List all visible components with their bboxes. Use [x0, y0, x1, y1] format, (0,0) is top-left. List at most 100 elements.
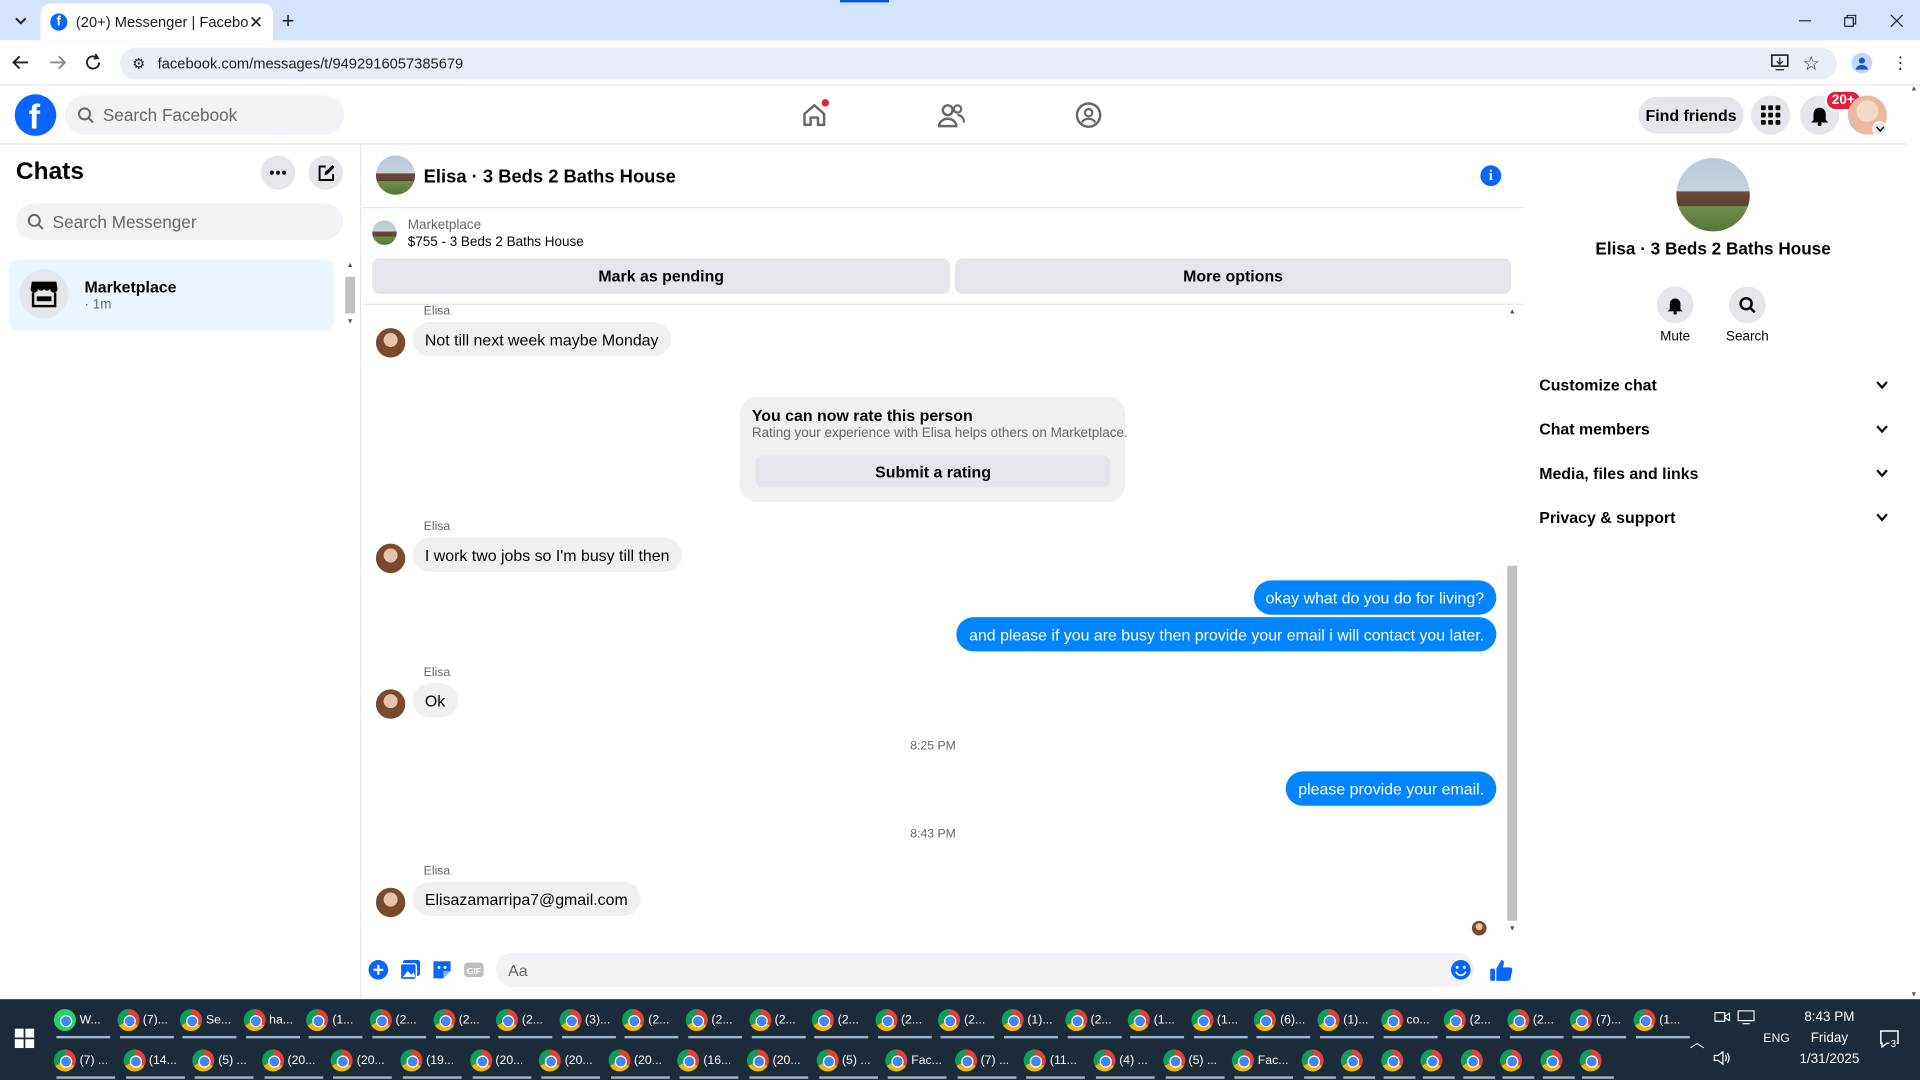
browser-tab[interactable]: f (20+) Messenger | Facebook ✕ [40, 3, 274, 41]
close-window-icon[interactable] [1873, 0, 1920, 40]
close-tab-icon[interactable]: ✕ [249, 12, 263, 33]
info-icon[interactable]: i [1480, 165, 1502, 187]
forward-arrow-icon[interactable] [49, 54, 67, 71]
taskbar-app-button[interactable]: (7) ... [954, 1042, 1019, 1079]
find-friends-button[interactable]: Find friends [1638, 96, 1744, 134]
account-chevron-down-icon[interactable] [1872, 121, 1887, 136]
taskbar-app-button[interactable]: (16... [677, 1042, 742, 1079]
taskbar-app-button[interactable]: (2... [432, 1002, 492, 1039]
incoming-message[interactable]: Not till next week maybe Monday [412, 322, 671, 357]
home-icon[interactable] [796, 98, 833, 132]
media-files-links-section[interactable]: Media, files and links [1539, 458, 1888, 487]
taskbar-app-button[interactable] [1341, 1042, 1378, 1079]
restore-icon[interactable] [1827, 0, 1874, 40]
taskbar-app-button[interactable] [1420, 1042, 1458, 1079]
taskbar-app-button[interactable]: (2... [369, 1002, 429, 1039]
taskbar-app-button[interactable]: co... [1380, 1002, 1440, 1039]
more-actions-plus-icon[interactable] [367, 959, 389, 981]
sender-avatar[interactable] [375, 689, 406, 719]
taskbar-app-button[interactable]: (7) ... [53, 1042, 118, 1079]
taskbar-app-button[interactable]: (3)... [559, 1002, 618, 1039]
profile-icon[interactable] [1851, 52, 1873, 74]
taskbar-app-button[interactable] [1301, 1042, 1338, 1079]
privacy-support-section[interactable]: Privacy & support [1539, 502, 1888, 531]
taskbar-app-button[interactable] [1500, 1042, 1537, 1079]
customize-chat-section[interactable]: Customize chat [1539, 370, 1888, 399]
taskbar-app-button[interactable]: Fac... [1232, 1042, 1296, 1079]
system-clock[interactable]: 8:43 PM Friday 1/31/2025 [1785, 1008, 1873, 1070]
emoji-icon[interactable] [1450, 959, 1472, 981]
facebook-search-input[interactable]: Search Facebook [64, 95, 345, 135]
taskbar-app-button[interactable]: (7)... [1570, 1002, 1629, 1039]
page-scrollbar[interactable]: ▲ ▼ [1906, 85, 1920, 999]
more-options-button[interactable]: More options [955, 258, 1512, 294]
taskbar-app-button[interactable]: (1... [1633, 1002, 1692, 1039]
gif-icon[interactable]: GIF [463, 959, 485, 981]
taskbar-app-button[interactable]: (1... [1127, 1002, 1187, 1039]
messenger-search-input[interactable]: Search Messenger [15, 203, 343, 241]
taskbar-app-button[interactable]: (2... [685, 1002, 745, 1039]
taskbar-app-button[interactable]: (6)... [1254, 1002, 1313, 1039]
new-tab-icon[interactable]: + [282, 10, 295, 32]
groups-icon[interactable] [1070, 98, 1107, 132]
taskbar-app-button[interactable]: (2... [1507, 1002, 1566, 1039]
taskbar-app-button[interactable] [1380, 1042, 1418, 1079]
taskbar-app-button[interactable] [1579, 1042, 1617, 1079]
facebook-logo-icon[interactable]: f [14, 94, 57, 136]
sender-avatar[interactable] [375, 887, 406, 918]
taskbar-app-button[interactable]: (5) ... [816, 1042, 880, 1079]
outgoing-message[interactable]: okay what do you do for living? [1253, 580, 1497, 615]
taskbar-app-button[interactable]: (20... [608, 1042, 672, 1079]
taskbar-app-button[interactable] [1540, 1042, 1577, 1079]
taskbar-app-button[interactable]: (11... [1024, 1042, 1088, 1079]
network-icon[interactable] [1737, 1010, 1755, 1025]
bookmark-star-icon[interactable]: ☆ [1802, 51, 1820, 75]
details-thumbnail[interactable] [1676, 157, 1750, 232]
taskbar-app-button[interactable]: (2... [1064, 1002, 1124, 1039]
message-input[interactable]: Aa [495, 952, 1475, 987]
address-bar[interactable]: ⚙ facebook.com/messages/t/94929160573856… [120, 47, 1837, 80]
taskbar-app-button[interactable]: (1... [1191, 1002, 1250, 1039]
volume-icon[interactable] [1713, 1050, 1730, 1066]
reload-icon[interactable] [84, 53, 101, 71]
taskbar-app-button[interactable]: (5) ... [1162, 1042, 1227, 1079]
taskbar-app-button[interactable]: (2... [875, 1002, 934, 1039]
action-center-icon[interactable]: 3 [1880, 1030, 1900, 1050]
attach-photo-icon[interactable] [399, 959, 421, 981]
tray-chevron-up-icon[interactable]: ︿ [1690, 1031, 1705, 1052]
taskbar-app-button[interactable]: (20... [539, 1042, 603, 1079]
install-app-icon[interactable] [1771, 54, 1789, 71]
like-thumbs-up-icon[interactable] [1489, 959, 1513, 983]
taskbar-app-button[interactable]: (2... [812, 1002, 871, 1039]
conversation-title[interactable]: Elisa · 3 Beds 2 Baths House [424, 167, 676, 188]
incoming-message[interactable]: Elisazamarripa7@gmail.com [412, 881, 640, 916]
taskbar-app-button[interactable]: (20... [746, 1042, 811, 1079]
back-arrow-icon[interactable] [12, 54, 29, 71]
new-message-icon[interactable] [308, 155, 343, 190]
chat-list-scrollbar[interactable]: ▲ ▼ [344, 262, 356, 331]
site-info-icon[interactable]: ⚙ [132, 55, 145, 72]
browser-menu-icon[interactable]: ⋮ [1892, 53, 1909, 74]
taskbar-app-button[interactable]: Fac... [885, 1042, 950, 1079]
taskbar-app-button[interactable]: (1)... [1317, 1002, 1377, 1039]
taskbar-app-button[interactable]: (1... [306, 1002, 366, 1039]
taskbar-app-button[interactable]: (1)... [1001, 1002, 1061, 1039]
taskbar-app-button[interactable]: Se... [180, 1002, 239, 1039]
listing-thumbnail[interactable] [372, 220, 397, 245]
tab-search-icon[interactable] [10, 10, 32, 32]
windows-start-icon[interactable] [14, 1028, 35, 1049]
thread-scrollbar[interactable]: ▲ ▼ [1506, 309, 1518, 936]
menu-grid-icon[interactable] [1751, 95, 1791, 135]
taskbar-app-button[interactable]: (19... [400, 1042, 464, 1079]
taskbar-app-button[interactable]: (7)... [117, 1002, 176, 1039]
taskbar-app-button[interactable]: (20... [261, 1042, 326, 1079]
submit-rating-button[interactable]: Submit a rating [755, 455, 1111, 488]
taskbar-app-button[interactable]: (2... [1443, 1002, 1503, 1039]
conversation-thumbnail[interactable] [375, 155, 416, 195]
friends-icon[interactable] [933, 98, 970, 132]
incoming-message[interactable]: Ok [412, 683, 458, 718]
taskbar-app-button[interactable]: ha... [243, 1002, 302, 1039]
mark-as-pending-button[interactable]: Mark as pending [372, 258, 951, 294]
taskbar-app-button[interactable]: (20... [469, 1042, 534, 1079]
outgoing-message[interactable]: please provide your email. [1286, 771, 1497, 806]
